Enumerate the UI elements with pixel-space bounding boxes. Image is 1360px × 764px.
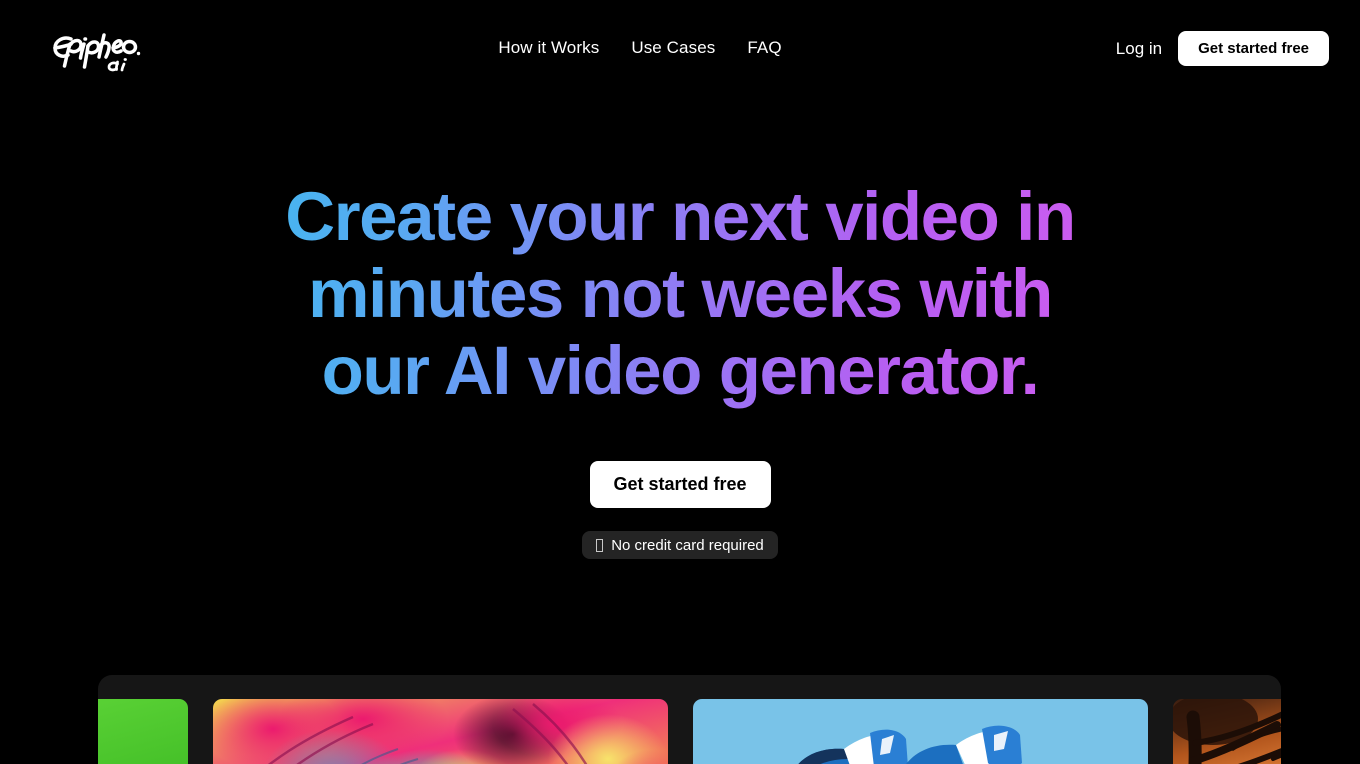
carousel-item-sneakers[interactable]: [693, 699, 1148, 764]
hero-headline-line-3: our AI video generator.: [321, 332, 1039, 409]
paint-splash-thumbnail-icon: [213, 699, 668, 764]
nav-link-how-it-works[interactable]: How it Works: [498, 38, 599, 58]
credit-card-icon: [596, 538, 604, 552]
nav-link-faq[interactable]: FAQ: [747, 38, 781, 58]
hero-get-started-button[interactable]: Get started free: [589, 461, 771, 508]
carousel-item-autumn-tree[interactable]: [1173, 699, 1281, 764]
hero-section: Create your next video in minutes not we…: [0, 96, 1360, 559]
green-gradient-thumbnail-icon: [98, 699, 188, 764]
video-thumbnail-carousel[interactable]: [98, 675, 1281, 764]
no-credit-card-badge: No credit card required: [582, 531, 778, 559]
nav-link-use-cases[interactable]: Use Cases: [631, 38, 715, 58]
header-get-started-button[interactable]: Get started free: [1178, 31, 1329, 66]
header-actions: Log in Get started free: [1116, 31, 1329, 66]
hero-headline: Create your next video in minutes not we…: [260, 178, 1100, 409]
autumn-tree-thumbnail-icon: [1173, 699, 1281, 764]
login-link[interactable]: Log in: [1116, 39, 1162, 59]
carousel-track: [98, 699, 1281, 764]
hero-headline-line-1: Create your next video in: [285, 178, 1075, 255]
carousel-item-paint-splash[interactable]: [213, 699, 668, 764]
no-credit-card-badge-label: No credit card required: [611, 536, 764, 554]
sneakers-thumbnail-icon: [693, 699, 1148, 764]
carousel-item-green-gradient[interactable]: [98, 699, 188, 764]
hero-headline-line-2: minutes not weeks with: [308, 255, 1052, 332]
site-header: How it Works Use Cases FAQ Log in Get st…: [0, 0, 1360, 96]
